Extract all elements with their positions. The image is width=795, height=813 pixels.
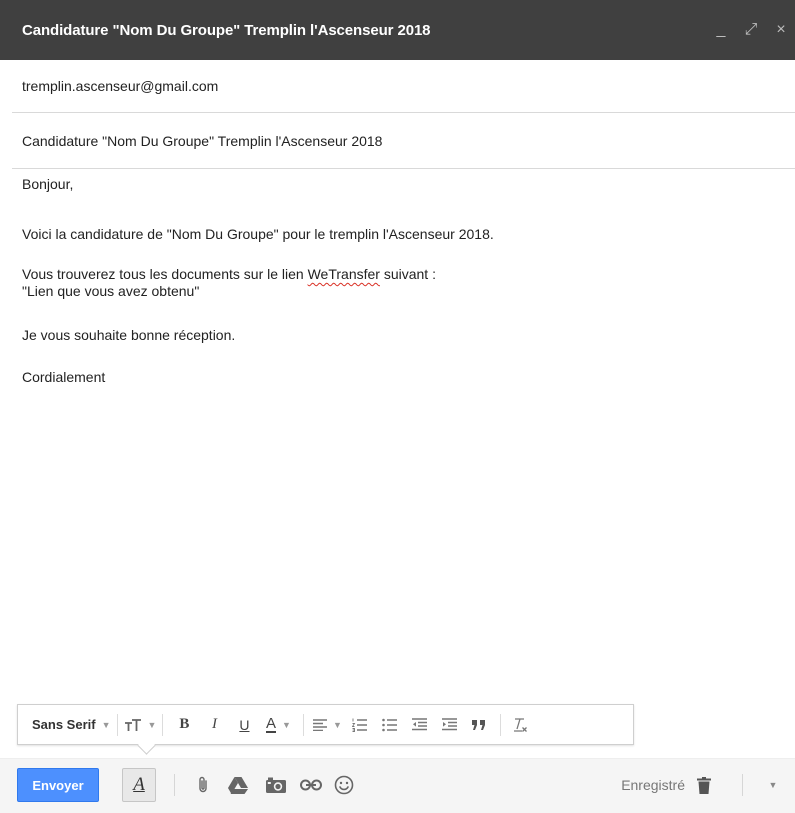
align-button[interactable]: ▼: [310, 704, 344, 745]
body-reception: Je vous souhaite bonne réception.: [22, 327, 236, 343]
bold-button[interactable]: B: [169, 704, 199, 745]
action-divider: [742, 774, 743, 796]
body-link-placeholder: "Lien que vous avez obtenu": [22, 283, 200, 299]
insert-link-button[interactable]: [298, 772, 324, 798]
trash-icon: [697, 776, 711, 794]
more-options-button[interactable]: ▼: [763, 772, 783, 798]
body-intro: Voici la candidature de "Nom Du Groupe" …: [22, 226, 494, 242]
window-controls: _ ⤢ ×: [713, 0, 789, 60]
text-color-label: A: [265, 715, 276, 733]
draft-saved-status: Enregistré: [621, 777, 685, 793]
chevron-down-icon: ▼: [281, 719, 291, 730]
body-docs-before: Vous trouverez tous les documents sur le…: [22, 266, 308, 282]
chevron-down-icon: ▼: [332, 719, 342, 730]
text-color-button[interactable]: A ▼: [259, 704, 297, 745]
bulleted-list-button[interactable]: [374, 704, 404, 745]
format-toggle-label: A: [133, 774, 145, 795]
link-icon: [300, 779, 322, 791]
insert-photo-button[interactable]: [263, 772, 289, 798]
toolbar-divider: [162, 713, 164, 736]
text-size-button[interactable]: ▼: [124, 704, 157, 745]
insert-emoji-button[interactable]: [331, 772, 357, 798]
remove-format-icon: [514, 717, 528, 732]
underline-button[interactable]: U: [229, 704, 259, 745]
indent-less-icon: [411, 718, 427, 731]
attach-icon: [199, 776, 207, 793]
compose-title: Candidature "Nom Du Groupe" Tremplin l'A…: [22, 21, 431, 39]
recipient-input[interactable]: [22, 78, 782, 94]
body-closing: Cordialement: [22, 369, 106, 385]
action-divider: [174, 774, 175, 796]
drive-icon: [228, 776, 248, 794]
indent-more-button[interactable]: [434, 704, 464, 745]
emoji-icon: [334, 775, 354, 795]
close-icon[interactable]: ×: [773, 20, 789, 40]
formatting-toolbar: Sans Serif ▼ ▼ B I U A ▼ ▼: [17, 704, 634, 755]
chevron-down-icon: ▼: [101, 719, 111, 730]
italic-button[interactable]: I: [199, 704, 229, 745]
indent-more-icon: [441, 718, 457, 731]
insert-drive-button[interactable]: [225, 772, 251, 798]
numbered-list-button[interactable]: [344, 704, 374, 745]
chevron-down-icon: ▼: [147, 719, 157, 730]
attach-file-button[interactable]: [190, 772, 216, 798]
compose-action-bar: Envoyer A Enregistré ▼: [0, 758, 795, 813]
bulleted-list-icon: [382, 718, 397, 731]
subject-input[interactable]: [22, 132, 782, 149]
compose-title-bar[interactable]: Candidature "Nom Du Groupe" Tremplin l'A…: [0, 0, 795, 60]
send-button[interactable]: Envoyer: [17, 768, 99, 802]
compose-window: Candidature "Nom Du Groupe" Tremplin l'A…: [0, 0, 795, 813]
remove-format-button[interactable]: [507, 704, 533, 745]
text-size-icon: [124, 718, 141, 731]
font-family-value: Sans Serif: [32, 717, 96, 732]
subject-row: [12, 113, 795, 169]
align-icon: [312, 718, 327, 731]
toolbar-divider: [500, 713, 502, 736]
toolbar-divider: [303, 713, 305, 736]
toolbar-divider: [116, 713, 118, 736]
formatting-options-toggle[interactable]: A: [122, 768, 156, 802]
photo-icon: [266, 777, 286, 793]
font-family-select[interactable]: Sans Serif ▼: [32, 704, 111, 745]
quote-icon: [472, 719, 486, 730]
quote-button[interactable]: [464, 704, 494, 745]
body-docs-line: Vous trouverez tous les documents sur le…: [22, 266, 436, 283]
body-docs-after: suivant :: [379, 266, 436, 282]
expand-icon[interactable]: ⤢: [743, 20, 759, 40]
discard-draft-button[interactable]: [691, 772, 717, 798]
spellcheck-word[interactable]: WeTransfer: [308, 266, 380, 282]
body-greeting: Bonjour,: [22, 176, 74, 192]
indent-less-button[interactable]: [404, 704, 434, 745]
recipients-row: [12, 60, 795, 113]
minimize-icon[interactable]: _: [713, 20, 729, 40]
chevron-down-icon: ▼: [768, 780, 778, 790]
numbered-list-icon: [351, 718, 367, 732]
